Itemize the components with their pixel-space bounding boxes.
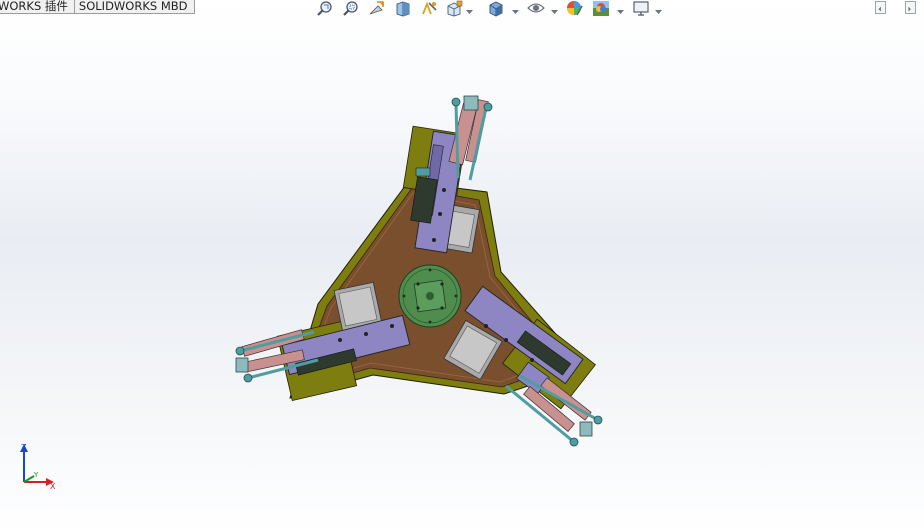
- rotary-table: [398, 264, 462, 328]
- three-station-rotary-fixture-model[interactable]: [0, 0, 924, 532]
- triad-y-label: Y: [33, 471, 39, 479]
- reference-triad: Z Y X: [20, 443, 56, 491]
- triad-x-label: X: [50, 482, 56, 491]
- triad-z-label: Z: [21, 443, 27, 452]
